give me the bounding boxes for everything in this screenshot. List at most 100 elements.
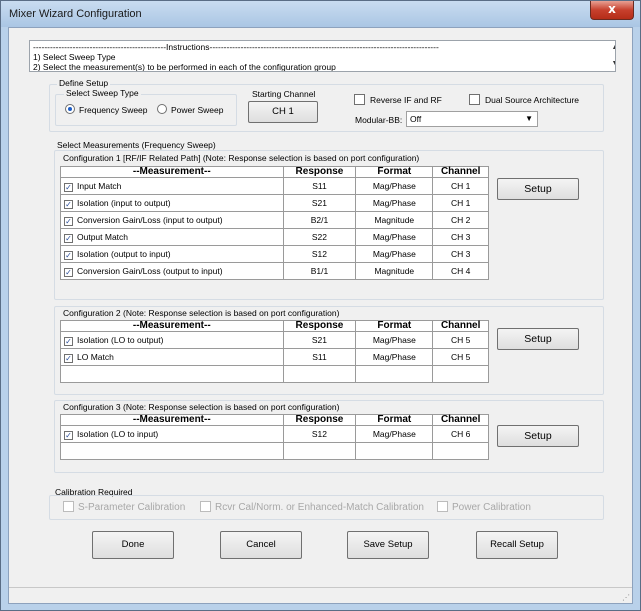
instruction-line-2: 2) Select the measurement(s) to be perfo…	[33, 62, 336, 72]
format-cell[interactable]: Mag/Phase	[355, 194, 434, 212]
measurement-cell[interactable]: ✓ Conversion Gain/Loss (output to input)	[60, 262, 284, 280]
instructions-box[interactable]: ----------------------------------------…	[29, 40, 616, 72]
response-column-header: Response	[282, 414, 357, 426]
window-title: Mixer Wizard Configuration	[9, 8, 142, 20]
format-cell[interactable]: Mag/Phase	[355, 348, 434, 366]
measurement-cell[interactable]: ✓ Isolation (LO to output)	[60, 331, 284, 349]
table-header-row: --Measurement-- Response Format Channel	[60, 320, 489, 332]
measurement-cell[interactable]: ✓ Isolation (output to input)	[60, 245, 284, 263]
instructions-scrollbar[interactable]: ▲ ▼	[601, 41, 615, 71]
response-cell[interactable]: S12	[282, 425, 357, 443]
frequency-sweep-radio[interactable]	[65, 104, 75, 114]
response-cell[interactable]: S22	[282, 228, 357, 246]
empty-cell	[282, 365, 357, 383]
measurement-cell[interactable]: ✓ Conversion Gain/Loss (input to output)	[60, 211, 284, 229]
response-cell[interactable]: B2/1	[282, 211, 357, 229]
modular-bb-label: Modular-BB:	[355, 115, 403, 125]
frequency-sweep-label[interactable]: Frequency Sweep	[79, 105, 148, 115]
channel-cell[interactable]: CH 3	[432, 228, 489, 246]
response-cell[interactable]: B1/1	[282, 262, 357, 280]
measurement-label: Isolation (LO to input)	[77, 428, 159, 439]
mixer-wizard-window: Mixer Wizard Configuration x -----------…	[0, 0, 641, 611]
s-param-calibration-checkbox[interactable]	[63, 501, 74, 512]
measurement-checkbox[interactable]: ✓	[64, 182, 73, 192]
format-cell[interactable]: Mag/Phase	[355, 425, 434, 443]
power-sweep-label[interactable]: Power Sweep	[171, 105, 223, 115]
rcvr-calibration-checkbox[interactable]	[200, 501, 211, 512]
save-setup-button[interactable]: Save Setup	[347, 531, 429, 559]
dropdown-arrow-icon[interactable]: ▼	[525, 114, 533, 123]
starting-channel-button[interactable]: CH 1	[248, 101, 318, 123]
channel-cell[interactable]: CH 5	[432, 331, 489, 349]
measurement-checkbox[interactable]: ✓	[64, 250, 73, 260]
table-row[interactable]: ✓ Isolation (input to output) S21 Mag/Phase…	[60, 194, 489, 212]
measurement-label: Conversion Gain/Loss (output to input)	[77, 265, 223, 276]
table-row[interactable]: ✓ Output Match S22 Mag/Phase CH 3	[60, 228, 489, 246]
measurement-checkbox[interactable]: ✓	[64, 199, 73, 209]
table-row[interactable]: ✓ LO Match S11 Mag/Phase CH 5	[60, 348, 489, 366]
power-sweep-radio[interactable]	[157, 104, 167, 114]
format-cell[interactable]: Mag/Phase	[355, 177, 434, 195]
format-cell[interactable]: Magnitude	[355, 262, 434, 280]
dual-source-checkbox[interactable]	[469, 94, 480, 105]
format-cell[interactable]: Mag/Phase	[355, 245, 434, 263]
measurement-cell[interactable]: ✓ Isolation (LO to input)	[60, 425, 284, 443]
measurement-cell[interactable]: ✓ Isolation (input to output)	[60, 194, 284, 212]
dialog-body: ----------------------------------------…	[8, 27, 633, 604]
s-param-calibration-label[interactable]: S-Parameter Calibration	[78, 502, 185, 513]
dual-source-label[interactable]: Dual Source Architecture	[485, 95, 579, 105]
response-cell[interactable]: S21	[282, 331, 357, 349]
table-row[interactable]: ✓ Isolation (output to input) S12 Mag/Phase…	[60, 245, 489, 263]
measurement-checkbox[interactable]: ✓	[64, 267, 73, 277]
measurement-checkbox[interactable]: ✓	[64, 233, 73, 243]
select-measurements-label: Select Measurements (Frequency Sweep)	[57, 140, 216, 150]
channel-cell[interactable]: CH 4	[432, 262, 489, 280]
empty-table-row	[60, 365, 489, 383]
reverse-if-rf-label[interactable]: Reverse IF and RF	[370, 95, 442, 105]
starting-channel-label: Starting Channel	[252, 89, 316, 99]
scroll-up-icon[interactable]: ▲	[608, 43, 615, 53]
table-row[interactable]: ✓ Conversion Gain/Loss (output to input) B…	[60, 262, 489, 280]
table-row[interactable]: ✓ Isolation (LO to output) S21 Mag/Phase CH …	[60, 331, 489, 349]
channel-cell[interactable]: CH 2	[432, 211, 489, 229]
response-cell[interactable]: S11	[282, 348, 357, 366]
format-cell[interactable]: Mag/Phase	[355, 228, 434, 246]
measurement-cell[interactable]: ✓ Output Match	[60, 228, 284, 246]
close-button[interactable]: x	[590, 1, 634, 20]
measurement-cell[interactable]: ✓ Input Match	[60, 177, 284, 195]
power-calibration-label[interactable]: Power Calibration	[452, 502, 531, 513]
cancel-button[interactable]: Cancel	[220, 531, 302, 559]
scroll-down-icon[interactable]: ▼	[608, 59, 615, 69]
channel-cell[interactable]: CH 1	[432, 177, 489, 195]
table-row[interactable]: ✓ Input Match S11 Mag/Phase CH 1	[60, 177, 489, 195]
format-cell[interactable]: Mag/Phase	[355, 331, 434, 349]
rcvr-calibration-label[interactable]: Rcvr Cal/Norm. or Enhanced-Match Calibra…	[215, 502, 424, 513]
configuration-3-setup-button[interactable]: Setup	[497, 425, 579, 447]
table-header-row: --Measurement-- Response Format Channel	[60, 414, 489, 426]
configuration-2-setup-button[interactable]: Setup	[497, 328, 579, 350]
channel-cell[interactable]: CH 5	[432, 348, 489, 366]
configuration-1-setup-button[interactable]: Setup	[497, 178, 579, 200]
measurement-checkbox[interactable]: ✓	[64, 216, 73, 226]
channel-cell[interactable]: CH 3	[432, 245, 489, 263]
table-row[interactable]: ✓ Isolation (LO to input) S12 Mag/Phase CH 6	[60, 425, 489, 443]
done-button[interactable]: Done	[92, 531, 174, 559]
measurement-cell[interactable]: ✓ LO Match	[60, 348, 284, 366]
measurement-column-header: --Measurement--	[60, 320, 284, 332]
response-cell[interactable]: S11	[282, 177, 357, 195]
resize-grip-icon[interactable]: ⋰	[622, 593, 630, 602]
response-cell[interactable]: S21	[282, 194, 357, 212]
measurement-checkbox[interactable]: ✓	[64, 430, 73, 440]
recall-setup-button[interactable]: Recall Setup	[476, 531, 558, 559]
channel-cell[interactable]: CH 6	[432, 425, 489, 443]
measurement-checkbox[interactable]: ✓	[64, 336, 73, 346]
power-calibration-checkbox[interactable]	[437, 501, 448, 512]
channel-cell[interactable]: CH 1	[432, 194, 489, 212]
modular-bb-select[interactable]: Off ▼	[406, 111, 538, 127]
format-cell[interactable]: Magnitude	[355, 211, 434, 229]
table-row[interactable]: ✓ Conversion Gain/Loss (input to output) B…	[60, 211, 489, 229]
measurement-checkbox[interactable]: ✓	[64, 353, 73, 363]
reverse-if-rf-checkbox[interactable]	[354, 94, 365, 105]
response-cell[interactable]: S12	[282, 245, 357, 263]
response-column-header: Response	[282, 320, 357, 332]
